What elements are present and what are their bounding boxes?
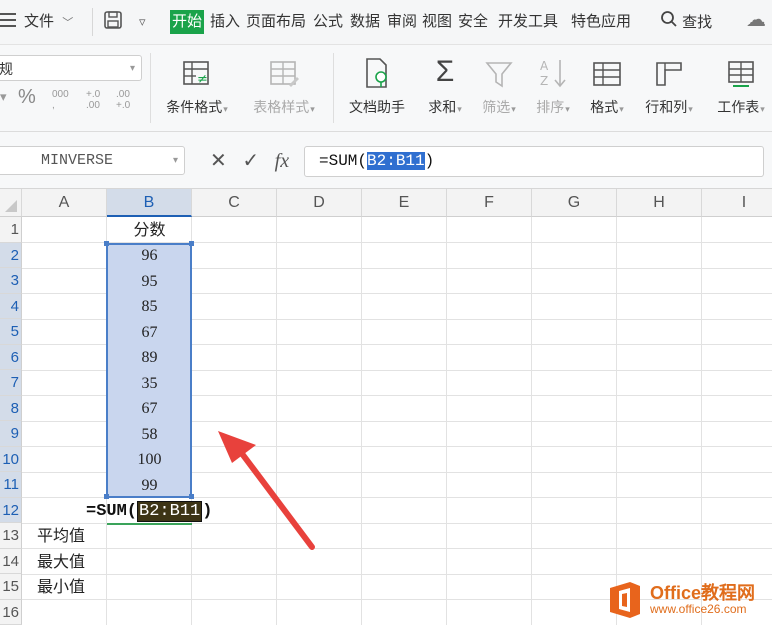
spreadsheet-grid: A B C D E F G H I 1 2 3 4 5 6 7 8 9 10 1… bbox=[0, 189, 772, 625]
sigma-icon: Σ bbox=[435, 55, 455, 88]
tab-view[interactable]: 视图 bbox=[422, 10, 452, 34]
chevron-down-icon: ﹀ bbox=[62, 17, 74, 29]
formula-suffix: ) bbox=[424, 152, 435, 170]
sum-button[interactable]: Σ 求和▾ bbox=[422, 51, 468, 117]
filter-button[interactable]: 筛选▾ bbox=[476, 51, 522, 117]
file-menu-label: 文件 bbox=[24, 13, 55, 30]
percent-button[interactable]: % bbox=[18, 86, 36, 109]
tab-insert[interactable]: 插入 bbox=[210, 10, 240, 34]
row-col-icon bbox=[638, 51, 700, 89]
svg-text:Z: Z bbox=[540, 74, 548, 88]
tab-security[interactable]: 安全 bbox=[458, 10, 488, 34]
formula-bar: MINVERSE ▾ ✕ ✓ fx =SUM(B2:B11) bbox=[0, 132, 772, 189]
worksheet-icon bbox=[710, 51, 772, 89]
quick-access-more-icon[interactable]: ▿ bbox=[139, 10, 146, 34]
name-box[interactable]: MINVERSE ▾ bbox=[0, 146, 185, 175]
tab-special[interactable]: 特色应用 bbox=[571, 10, 631, 34]
formula-input[interactable]: =SUM(B2:B11) bbox=[304, 146, 764, 177]
save-icon[interactable] bbox=[103, 10, 123, 34]
row-col-label: 行和列 bbox=[645, 99, 688, 115]
formula-actions: ✕ ✓ fx bbox=[210, 148, 299, 173]
row-col-button[interactable]: 行和列▾ bbox=[638, 51, 700, 117]
search-button[interactable]: 查找 bbox=[660, 10, 712, 34]
cloud-icon[interactable]: ☁ bbox=[746, 8, 766, 32]
filter-label: 筛选 bbox=[482, 99, 511, 115]
sort-label: 排序 bbox=[536, 99, 565, 115]
confirm-icon[interactable]: ✓ bbox=[242, 148, 259, 173]
cancel-icon[interactable]: ✕ bbox=[210, 148, 227, 173]
table-style-label: 表格样式 bbox=[253, 99, 310, 115]
conditional-format-button[interactable]: ≠ 条件格式▾ bbox=[160, 51, 234, 117]
divider bbox=[150, 53, 151, 123]
format-button[interactable]: 格式▾ bbox=[584, 51, 630, 117]
format-icon bbox=[584, 51, 630, 89]
divider bbox=[92, 8, 93, 36]
file-menu[interactable]: 文件 ﹀ bbox=[24, 10, 73, 34]
sort-button[interactable]: AZ 排序▾ bbox=[530, 51, 576, 117]
doc-assistant-button[interactable]: 文档助手 bbox=[340, 51, 414, 117]
filter-icon bbox=[476, 51, 522, 89]
insert-function-icon[interactable]: fx bbox=[275, 150, 289, 173]
doc-assistant-label: 文档助手 bbox=[349, 99, 405, 115]
worksheet-label: 工作表 bbox=[717, 99, 760, 115]
name-box-value: MINVERSE bbox=[41, 152, 114, 169]
menu-bar: 文件 ﹀ ▿ 开始 插入 页面布局 公式 数据 审阅 视图 安全 开发工具 特色… bbox=[0, 0, 772, 45]
format-label: 格式 bbox=[590, 99, 619, 115]
table-style-button[interactable]: 表格样式▾ bbox=[246, 51, 322, 117]
formula-prefix: =SUM( bbox=[319, 152, 368, 170]
svg-text:≠: ≠ bbox=[197, 72, 208, 87]
office-logo-icon bbox=[606, 580, 644, 620]
table-style-icon bbox=[246, 51, 322, 89]
chevron-down-icon: ▾ bbox=[172, 155, 178, 166]
conditional-format-icon: ≠ bbox=[160, 51, 234, 89]
thousands-label: 000 bbox=[52, 89, 69, 100]
tab-home[interactable]: 开始 bbox=[170, 10, 205, 34]
watermark: Office教程网 www.office26.com bbox=[606, 576, 772, 622]
worksheet-button[interactable]: 工作表▾ bbox=[710, 51, 772, 117]
svg-text:A: A bbox=[540, 59, 549, 73]
number-format-value: 规 bbox=[0, 61, 13, 77]
thousands-button[interactable]: 000, bbox=[52, 89, 69, 111]
tab-developer[interactable]: 开发工具 bbox=[498, 10, 558, 34]
annotation-arrow bbox=[218, 431, 315, 550]
search-label: 查找 bbox=[682, 13, 713, 31]
tab-data[interactable]: 数据 bbox=[350, 10, 380, 34]
currency-dropdown-icon[interactable]: ▾ bbox=[0, 89, 7, 105]
menu-icon[interactable] bbox=[0, 13, 16, 27]
tab-review[interactable]: 审阅 bbox=[387, 10, 417, 34]
tab-page-layout[interactable]: 页面布局 bbox=[246, 10, 306, 34]
divider bbox=[333, 53, 334, 123]
doc-assistant-icon bbox=[340, 51, 414, 89]
ribbon: 规 ▾ ▾ % 000, +.0 .00 .00 +.0 ≠ 条件格式▾ 表格样… bbox=[0, 45, 772, 132]
search-icon bbox=[660, 10, 678, 36]
watermark-url: www.office26.com bbox=[650, 602, 747, 616]
sort-icon: AZ bbox=[530, 51, 576, 89]
chevron-down-icon: ▾ bbox=[129, 63, 135, 74]
sum-label: 求和 bbox=[428, 99, 457, 115]
number-format-select[interactable]: 规 ▾ bbox=[0, 55, 142, 81]
decrease-decimal-button[interactable]: .00 +.0 bbox=[116, 89, 138, 111]
formula-range-reference: B2:B11 bbox=[367, 152, 425, 170]
increase-decimal-button[interactable]: +.0 .00 bbox=[86, 89, 108, 111]
conditional-format-label: 条件格式 bbox=[166, 99, 223, 115]
tab-formulas[interactable]: 公式 bbox=[313, 10, 343, 34]
